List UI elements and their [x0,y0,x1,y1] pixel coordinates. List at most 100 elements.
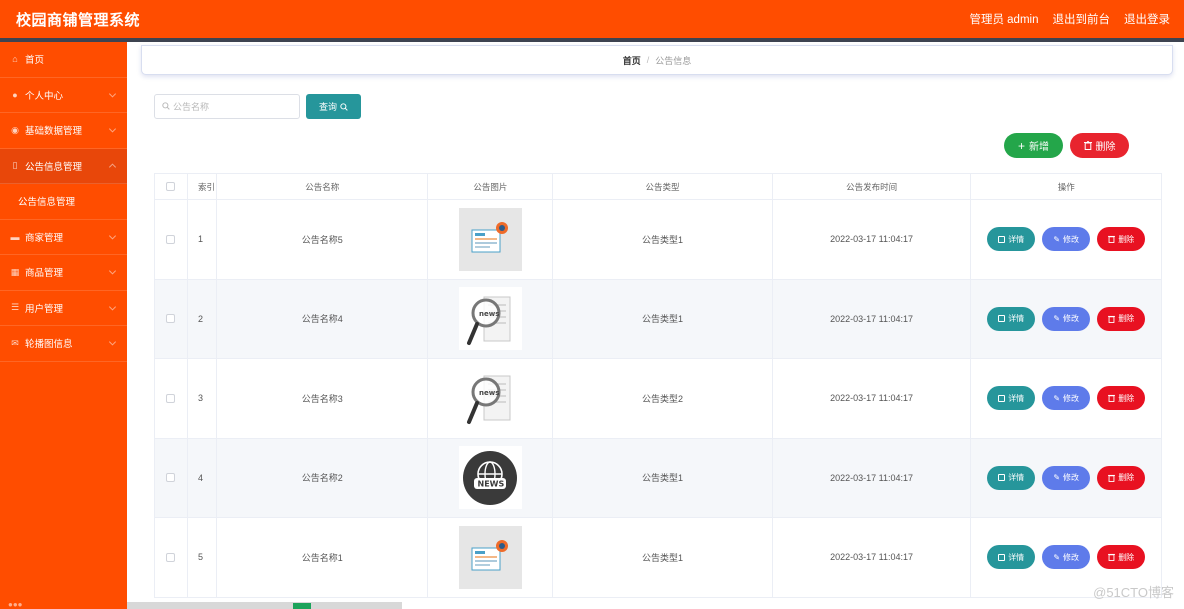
row-type: 公告类型1 [553,279,773,358]
news-paper-image[interactable] [458,207,522,271]
header-index: 索引 [188,174,217,199]
row-name: 公告名称2 [217,438,429,517]
sidebar-footer-text: ●●● [8,600,23,609]
edit-label: 修改 [1063,473,1080,483]
sidebar-item-notice[interactable]: ▯ 公告信息管理 [0,148,127,184]
add-button[interactable]: + 新增 [1004,133,1063,158]
top-right-links: 管理员 admin 退出到前台 退出登录 [969,11,1170,27]
chevron-down-icon [108,125,117,133]
top-bar: 校园商铺管理系统 管理员 admin 退出到前台 退出登录 [0,0,1184,38]
row-checkbox[interactable] [166,234,176,244]
detail-icon [998,235,1006,243]
scrollbar-thumb[interactable] [293,603,311,609]
row-checkbox[interactable] [166,552,176,562]
sidebar-item-profile[interactable]: ● 个人中心 [0,78,127,113]
trash-icon [1083,141,1092,150]
edit-button[interactable]: ✎ 修改 [1042,227,1091,252]
row-index: 5 [188,518,217,597]
delete-button[interactable]: 删除 [1097,465,1146,490]
delete-label: 删除 [1118,234,1135,244]
breadcrumb-home[interactable]: 首页 [623,54,641,67]
detail-button[interactable]: 详情 [987,306,1036,331]
sidebar-item-home[interactable]: ⌂ 首页 [0,42,127,78]
row-time: 2022-03-17 11:04:17 [773,200,972,279]
header-type: 公告类型 [553,174,773,199]
pencil-icon: ✎ [1053,552,1061,562]
table-row[interactable]: 1 公告名称5 公告类型1 2022-03-17 11:04:17 详情 ✎ 修改 删除 [154,200,1162,280]
select-all-checkbox[interactable] [166,182,176,191]
sidebar-item-goods[interactable]: ▦ 商品管理 [0,255,127,291]
detail-label: 详情 [1008,393,1025,403]
sidebar-item-merchant[interactable]: ▬ 商家管理 [0,220,127,255]
table-row[interactable]: 2 公告名称4 news 公告类型1 2022-03-17 11:04:17 详情 ✎ 修改 删… [154,279,1162,359]
detail-button[interactable]: 详情 [987,227,1036,252]
detail-button[interactable]: 详情 [987,465,1036,490]
detail-icon [998,394,1006,402]
detail-button[interactable]: 详情 [987,545,1036,570]
header-checkbox-cell [155,174,188,199]
delete-button[interactable]: 删除 [1097,545,1146,570]
svg-text:news: news [479,389,499,397]
row-checkbox[interactable] [166,473,176,483]
trash-icon [1108,553,1116,562]
pencil-icon: ✎ [1053,314,1061,324]
row-time: 2022-03-17 11:04:17 [773,518,972,597]
row-checkbox[interactable] [166,393,176,403]
sidebar-item-label: 用户管理 [25,303,64,315]
svg-text:NEWS: NEWS [478,479,505,488]
edit-button[interactable]: ✎ 修改 [1042,465,1091,490]
row-checkbox-cell [155,518,188,597]
chevron-down-icon [108,303,117,311]
query-button[interactable]: 查询 [306,94,361,119]
sidebar-item-base-data[interactable]: ◉ 基础数据管理 [0,113,127,149]
search-icon [340,102,348,111]
row-index: 1 [188,200,217,279]
news-magnifier-image[interactable]: news [458,287,522,351]
search-input[interactable] [173,101,283,112]
sidebar-item-users[interactable]: ☰ 用户管理 [0,291,127,326]
delete-button[interactable]: 删除 [1097,386,1146,411]
table-row[interactable]: 5 公告名称1 公告类型1 2022-03-17 11:04:17 详情 ✎ 修改 删除 [154,518,1162,598]
sidebar-subitem-notice-manage[interactable]: 公告信息管理 [0,184,127,220]
trash-icon [1108,315,1116,323]
row-name: 公告名称3 [217,359,429,438]
detail-icon [998,474,1006,482]
edit-button[interactable]: ✎ 修改 [1042,386,1091,411]
table-body: 1 公告名称5 公告类型1 2022-03-17 11:04:17 详情 ✎ 修改 删除 2 公告… [154,200,1162,598]
chevron-down-icon [108,267,117,275]
batch-delete-button[interactable]: 删除 [1070,133,1129,158]
row-checkbox[interactable] [166,314,176,324]
search-field[interactable] [154,94,300,119]
edit-button[interactable]: ✎ 修改 [1042,306,1091,331]
header-name: 公告名称 [217,174,429,199]
chevron-down-icon [108,338,117,346]
edit-button[interactable]: ✎ 修改 [1042,545,1091,570]
delete-button[interactable]: 删除 [1097,227,1146,252]
sidebar-item-label: 商家管理 [25,232,64,244]
pin-icon: ◉ [11,124,19,135]
row-checkbox-cell [155,438,188,517]
row-type: 公告类型1 [553,438,773,517]
news-magnifier-image[interactable]: news [458,366,522,430]
news-globe-image[interactable]: NEWS [458,446,522,510]
exit-to-front-link[interactable]: 退出到前台 [1053,11,1111,27]
edit-label: 修改 [1063,552,1080,562]
news-paper-image[interactable] [458,525,522,589]
sidebar-item-carousel[interactable]: ✉ 轮播图信息 [0,326,127,362]
row-checkbox-cell [155,279,188,358]
chevron-down-icon [108,232,117,240]
table-row[interactable]: 4 公告名称2 NEWS 公告类型1 2022-03-17 11:04:17 详情 ✎ 修改 删… [154,438,1162,518]
horizontal-scrollbar[interactable] [127,602,402,609]
edit-label: 修改 [1063,234,1080,244]
table-row[interactable]: 3 公告名称3 news 公告类型2 2022-03-17 11:04:17 详情 ✎ 修改 删… [154,359,1162,439]
logout-link[interactable]: 退出登录 [1124,11,1170,27]
row-checkbox-cell [155,200,188,279]
sidebar-item-label: 商品管理 [25,268,64,280]
row-name: 公告名称1 [217,518,429,597]
detail-button[interactable]: 详情 [987,386,1036,411]
shop-icon: ▬ [10,231,20,242]
doc-icon: ▯ [12,160,18,171]
delete-button[interactable]: 删除 [1097,306,1146,331]
row-type: 公告类型1 [553,200,773,279]
delete-button-label: 删除 [1095,142,1116,153]
